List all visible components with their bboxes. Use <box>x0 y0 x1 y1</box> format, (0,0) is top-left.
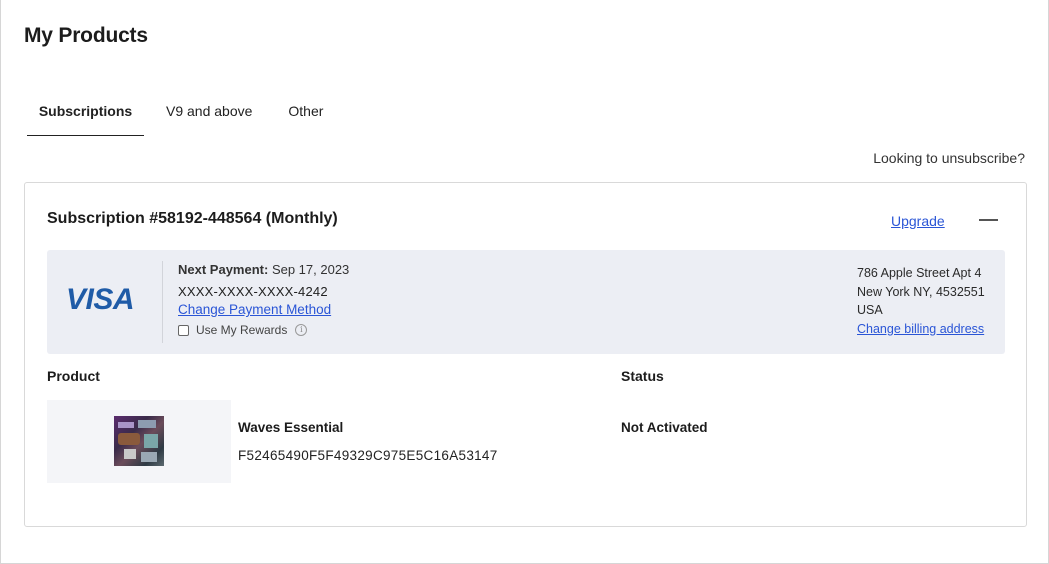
page-frame: My Products Subscriptions V9 and above O… <box>0 0 1049 564</box>
use-rewards-row: Use My Rewards i <box>178 323 349 337</box>
status-column-header: Status <box>621 368 664 384</box>
card-number: XXXX-XXXX-XXXX-4242 <box>178 284 328 299</box>
product-thumbnail-image <box>114 416 164 466</box>
address-line-3: USA <box>857 303 883 317</box>
visa-logo-icon: VISA <box>66 283 135 316</box>
tab-v9-and-above[interactable]: V9 and above <box>166 96 252 136</box>
payment-panel: VISA Next Payment: Sep 17, 2023 XXXX-XXX… <box>47 250 1005 354</box>
next-payment: Next Payment: Sep 17, 2023 <box>178 262 349 277</box>
change-payment-method-link[interactable]: Change Payment Method <box>178 302 331 317</box>
product-column-header: Product <box>47 368 100 384</box>
address-line-1: 786 Apple Street Apt 4 <box>857 266 982 280</box>
next-payment-label: Next Payment: <box>178 262 269 277</box>
use-rewards-label[interactable]: Use My Rewards <box>196 323 287 337</box>
subscription-card: Subscription #58192-448564 (Monthly) Upg… <box>24 182 1027 527</box>
product-thumbnail-box <box>47 400 231 483</box>
product-tabs: Subscriptions V9 and above Other <box>27 96 323 136</box>
page-title: My Products <box>24 24 148 47</box>
use-rewards-checkbox[interactable] <box>178 324 189 336</box>
payment-info: Next Payment: Sep 17, 2023 XXXX-XXXX-XXX… <box>178 262 349 337</box>
unsubscribe-link[interactable]: Looking to unsubscribe? <box>873 150 1025 166</box>
subscription-title: Subscription #58192-448564 (Monthly) <box>47 210 338 227</box>
upgrade-link[interactable]: Upgrade <box>891 213 945 229</box>
payment-divider <box>162 261 163 343</box>
address-line-2: New York NY, 4532551 <box>857 284 985 299</box>
tab-other[interactable]: Other <box>288 96 323 136</box>
product-status: Not Activated <box>621 420 708 435</box>
collapse-minus-icon[interactable] <box>978 212 1000 226</box>
tab-subscriptions[interactable]: Subscriptions <box>27 96 144 136</box>
info-icon[interactable]: i <box>295 324 308 336</box>
billing-address: 786 Apple Street Apt 4 New York NY, 4532… <box>857 264 985 338</box>
product-license-key: F52465490F5F49329C975E5C16A53147 <box>238 448 498 463</box>
product-name: Waves Essential <box>238 420 344 435</box>
next-payment-date: Sep 17, 2023 <box>271 262 350 277</box>
change-billing-address-link[interactable]: Change billing address <box>857 320 984 339</box>
